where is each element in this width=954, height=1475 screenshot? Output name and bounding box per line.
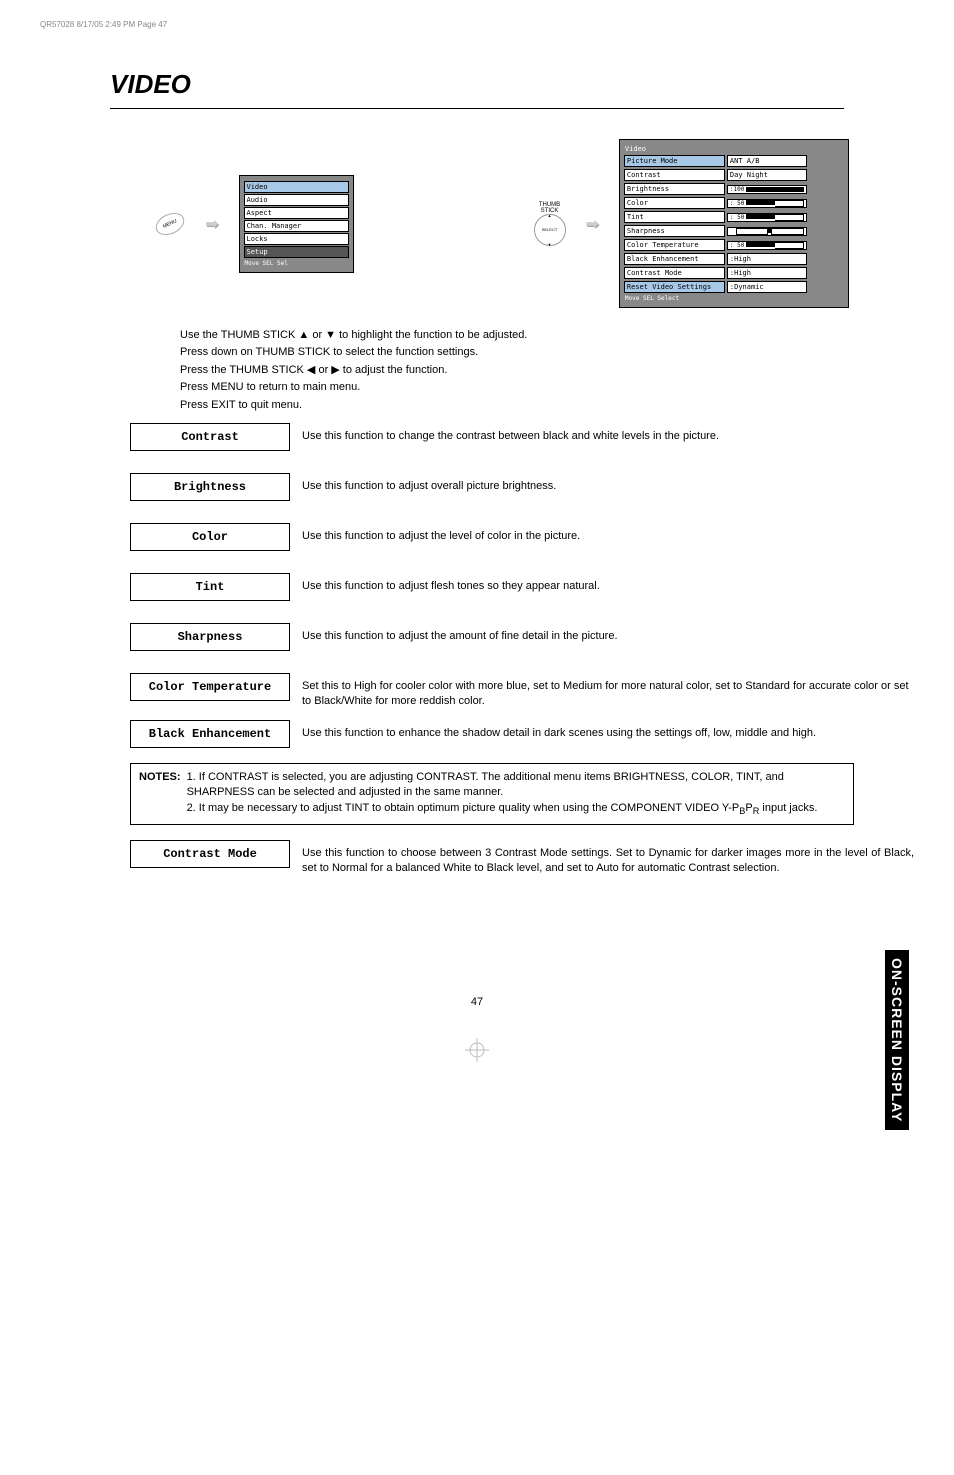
val: Day Night bbox=[727, 169, 807, 181]
menu-item: Reset Video Settings bbox=[624, 281, 725, 293]
menu-item: Aspect bbox=[244, 207, 349, 219]
menu-item: Audio bbox=[244, 194, 349, 206]
video-menu-box: Video Picture ModeANT A/B ContrastDay Ni… bbox=[619, 139, 849, 308]
menu-footer: Move SEL Sel bbox=[244, 259, 349, 268]
slider: : 50 bbox=[727, 199, 807, 208]
thumb-stick-group: THUMB STICK ▲ SELECT ▼ bbox=[534, 202, 566, 246]
function-desc: Use this function to enhance the shadow … bbox=[302, 720, 816, 741]
val: :High bbox=[727, 253, 807, 265]
function-label: Color Temperature bbox=[130, 673, 290, 701]
slider: : 50 bbox=[727, 213, 807, 222]
function-color-temperature: Color Temperature Set this to High for c… bbox=[130, 673, 914, 710]
menu-item: Setup bbox=[244, 246, 349, 258]
function-color: Color Use this function to adjust the le… bbox=[130, 523, 914, 551]
menu-item: Sharpness bbox=[624, 225, 725, 237]
menu-button-icon: MENU bbox=[152, 208, 188, 239]
menu-item: Video bbox=[244, 181, 349, 193]
menu-item: Chan. Manager bbox=[244, 220, 349, 232]
function-contrast: Contrast Use this function to change the… bbox=[130, 423, 914, 451]
note-2: 2. It may be necessary to adjust TINT to… bbox=[187, 801, 845, 818]
menu-item: Color bbox=[624, 197, 725, 209]
slider bbox=[727, 227, 807, 236]
function-desc: Use this function to change the contrast… bbox=[302, 423, 719, 444]
side-tab: ON-SCREEN DISPLAY bbox=[885, 950, 909, 1130]
function-label: Contrast Mode bbox=[130, 840, 290, 868]
arrow-icon: ➡ bbox=[205, 214, 218, 234]
function-brightness: Brightness Use this function to adjust o… bbox=[130, 473, 914, 501]
menu-item: Color Temperature bbox=[624, 239, 725, 251]
slider: : 50 bbox=[727, 241, 807, 250]
page-title: VIDEO bbox=[110, 69, 914, 100]
function-desc: Use this function to choose between 3 Co… bbox=[302, 840, 914, 877]
arrow-icon: ➡ bbox=[586, 214, 599, 234]
function-black-enhancement: Black Enhancement Use this function to e… bbox=[130, 720, 914, 748]
intro-line: Press MENU to return to main menu. bbox=[180, 380, 914, 395]
video-title: Video bbox=[624, 144, 844, 154]
menu-item: Contrast Mode bbox=[624, 267, 725, 279]
function-desc: Use this function to adjust the level of… bbox=[302, 523, 580, 544]
function-label: Black Enhancement bbox=[130, 720, 290, 748]
function-label: Tint bbox=[130, 573, 290, 601]
function-desc: Set this to High for cooler color with m… bbox=[302, 673, 914, 710]
function-label: Sharpness bbox=[130, 623, 290, 651]
print-header: QR57028 8/17/05 2:49 PM Page 47 bbox=[40, 20, 914, 29]
intro-line: Press the THUMB STICK ◀ or ▶ to adjust t… bbox=[180, 363, 914, 378]
menu-item: Black Enhancement bbox=[624, 253, 725, 265]
note-1: 1. If CONTRAST is selected, you are adju… bbox=[187, 770, 845, 801]
notes-label: NOTES: bbox=[139, 770, 181, 818]
function-sharpness: Sharpness Use this function to adjust th… bbox=[130, 623, 914, 651]
function-label: Color bbox=[130, 523, 290, 551]
menu-footer: Move SEL Select bbox=[624, 294, 844, 303]
intro-line: Use the THUMB STICK ▲ or ▼ to highlight … bbox=[180, 328, 914, 343]
val: :High bbox=[727, 267, 807, 279]
notes-box: NOTES: 1. If CONTRAST is selected, you a… bbox=[130, 763, 854, 825]
slider: :100 bbox=[727, 185, 807, 194]
function-tint: Tint Use this function to adjust flesh t… bbox=[130, 573, 914, 601]
val: ANT A/B bbox=[727, 155, 807, 167]
intro-line: Press EXIT to quit menu. bbox=[180, 398, 914, 413]
val: :Dynamic bbox=[727, 281, 807, 293]
function-label: Contrast bbox=[130, 423, 290, 451]
menu-item: Tint bbox=[624, 211, 725, 223]
function-desc: Use this function to adjust overall pict… bbox=[302, 473, 556, 494]
function-contrast-mode: Contrast Mode Use this function to choos… bbox=[130, 840, 914, 877]
thumb-stick-icon: ▲ SELECT ▼ bbox=[534, 214, 566, 246]
registration-mark-icon bbox=[40, 1038, 914, 1065]
menu-item: Locks bbox=[244, 233, 349, 245]
intro-line: Press down on THUMB STICK to select the … bbox=[180, 345, 914, 360]
title-rule bbox=[110, 108, 844, 109]
function-desc: Use this function to adjust the amount o… bbox=[302, 623, 618, 644]
function-desc: Use this function to adjust flesh tones … bbox=[302, 573, 600, 594]
left-menu-box: Video Audio Aspect Chan. Manager Locks S… bbox=[239, 175, 354, 273]
page-number: 47 bbox=[40, 996, 914, 1008]
menu-item: Contrast bbox=[624, 169, 725, 181]
function-label: Brightness bbox=[130, 473, 290, 501]
diagram-row: MENU ➡ Video Audio Aspect Chan. Manager … bbox=[90, 139, 914, 308]
menu-item: Brightness bbox=[624, 183, 725, 195]
menu-item: Picture Mode bbox=[624, 155, 725, 167]
